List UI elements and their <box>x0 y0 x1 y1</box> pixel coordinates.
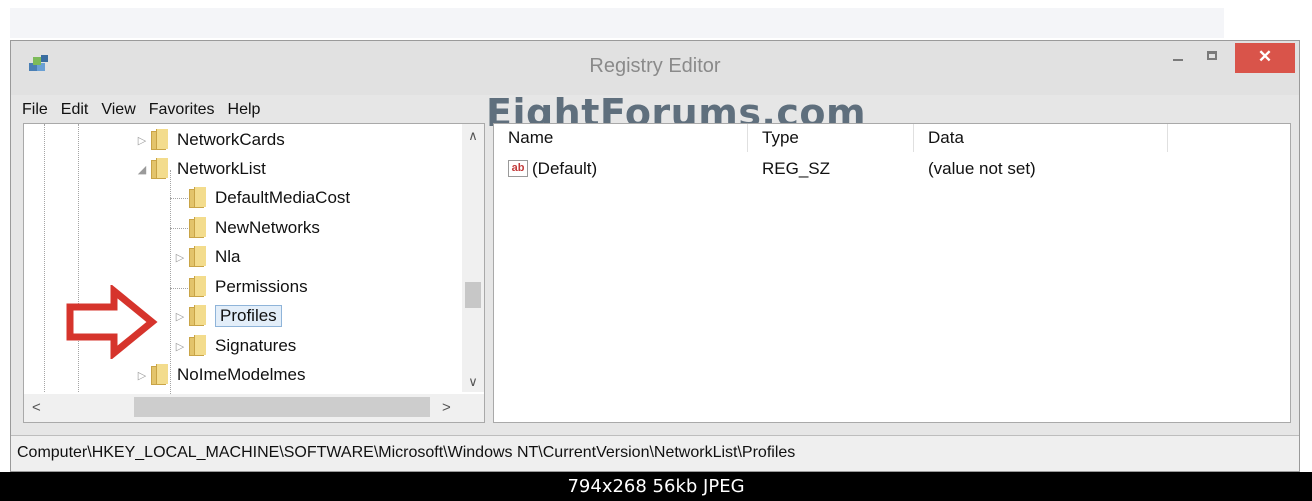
scroll-thumb[interactable] <box>134 397 430 417</box>
value-type: REG_SZ <box>762 159 831 178</box>
close-icon: ✕ <box>1257 47 1273 66</box>
status-path: Computer\HKEY_LOCAL_MACHINE\SOFTWARE\Mic… <box>17 444 796 461</box>
folder-icon <box>189 187 206 209</box>
maximize-button[interactable] <box>1195 43 1231 73</box>
image-info-bar: 794x268 56kb JPEG <box>0 472 1312 501</box>
scroll-down-icon[interactable]: ∨ <box>462 374 484 390</box>
title-bar: Registry Editor ✕ <box>11 41 1299 95</box>
expand-arrow-icon[interactable]: ▷ <box>174 251 186 264</box>
tree-item-label-selected: Profiles <box>215 305 282 327</box>
value-row[interactable]: ab (Default) REG_SZ (value not set) <box>494 154 1290 184</box>
top-strip <box>0 0 1312 38</box>
menu-help[interactable]: Help <box>223 97 269 123</box>
tree-item-label: NetworkList <box>177 159 266 178</box>
collapse-arrow-icon[interactable]: ◢ <box>136 163 148 176</box>
menu-view[interactable]: View <box>96 97 143 123</box>
folder-icon <box>189 335 206 357</box>
tree-item-networkcards[interactable]: ▷ NetworkCards <box>136 126 285 154</box>
tree-pane[interactable]: ▷ NetworkCards ◢ NetworkList DefaultMedi… <box>23 123 485 423</box>
tree-vertical-scrollbar[interactable]: ∧ ∨ <box>462 124 484 392</box>
tree-item-permissions[interactable]: Permissions <box>174 273 308 301</box>
values-pane[interactable]: Name Type Data ab (Default) REG_SZ (valu… <box>493 123 1291 423</box>
column-header-type[interactable]: Type <box>748 124 914 152</box>
scroll-up-icon[interactable]: ∧ <box>462 128 484 144</box>
folder-icon <box>151 364 168 386</box>
column-header-name[interactable]: Name <box>494 124 748 152</box>
folder-icon <box>151 158 168 180</box>
close-button[interactable]: ✕ <box>1235 43 1295 73</box>
tree-item-networklist[interactable]: ◢ NetworkList <box>136 155 266 183</box>
tree-item-label: DefaultMediaCost <box>215 188 351 207</box>
menu-edit[interactable]: Edit <box>56 97 97 123</box>
registry-editor-window: Registry Editor ✕ File Edit View Favorit… <box>10 40 1300 472</box>
value-data: (value not set) <box>928 159 1036 178</box>
tree-item-nla[interactable]: ▷ Nla <box>174 243 241 271</box>
menu-file[interactable]: File <box>17 97 56 123</box>
image-info-text: 794x268 56kb JPEG <box>567 476 745 497</box>
window-title: Registry Editor <box>589 55 721 77</box>
red-arrow-icon <box>66 285 158 359</box>
tree-item-noimemodelmes[interactable]: ▷ NoImeModelmes <box>136 361 306 389</box>
folder-icon <box>189 276 206 298</box>
scroll-left-icon[interactable]: < <box>32 399 41 416</box>
string-value-icon: ab <box>508 160 528 177</box>
tree-item-label: Signatures <box>215 336 297 355</box>
expand-arrow-icon[interactable]: ▷ <box>136 134 148 147</box>
tree-horizontal-scrollbar[interactable]: < > <box>24 394 484 422</box>
values-header: Name Type Data <box>494 124 1290 152</box>
expand-arrow-icon[interactable]: ▷ <box>174 310 186 323</box>
tree-guide <box>44 124 45 392</box>
tree-item-profiles[interactable]: ▷ Profiles <box>174 302 282 330</box>
menu-bar: File Edit View Favorites Help <box>17 97 268 123</box>
tree-item-label: NewNetworks <box>215 218 320 237</box>
expand-arrow-icon[interactable]: ▷ <box>174 340 186 353</box>
scroll-right-icon[interactable]: > <box>442 399 451 416</box>
expand-arrow-icon[interactable]: ▷ <box>136 369 148 382</box>
menu-favorites[interactable]: Favorites <box>144 97 223 123</box>
tree-item-defaultmediacost[interactable]: DefaultMediaCost <box>174 184 350 212</box>
value-name: (Default) <box>532 159 598 178</box>
top-strip-inner <box>10 8 1224 38</box>
status-bar: Computer\HKEY_LOCAL_MACHINE\SOFTWARE\Mic… <box>11 435 1299 471</box>
tree-item-label: NetworkCards <box>177 130 285 149</box>
tree-item-signatures[interactable]: ▷ Signatures <box>174 332 296 360</box>
folder-icon <box>189 305 206 327</box>
tree-item-label: Nla <box>215 247 241 266</box>
tree-item-newnetworks[interactable]: NewNetworks <box>174 214 320 242</box>
scroll-thumb[interactable] <box>465 282 481 308</box>
tree-item-label: NoImeModelmes <box>177 365 306 384</box>
folder-icon <box>189 246 206 268</box>
folder-icon <box>151 129 168 151</box>
tree-item-label: Permissions <box>215 277 308 296</box>
column-header-data[interactable]: Data <box>914 124 1168 152</box>
minimize-button[interactable] <box>1161 43 1195 73</box>
folder-icon <box>189 217 206 239</box>
